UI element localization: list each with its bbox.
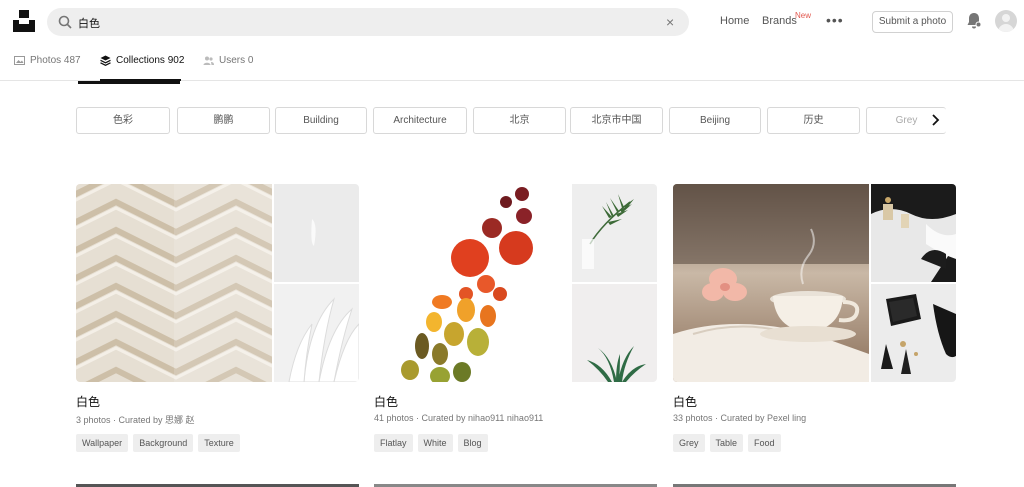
tab-users-label: Users 0 [219,55,254,66]
page-heading-partial [78,81,180,84]
collection-cover-image [76,184,272,382]
collection-tag[interactable]: White [417,434,453,452]
collection-tag[interactable]: Table [709,434,744,452]
new-badge: New [795,11,812,20]
related-tag[interactable]: Beijing [669,107,761,134]
collection-card[interactable]: 白色 41 photos · Curated by nihao911 nihao… [374,184,657,452]
chevron-right-icon[interactable] [928,113,942,127]
collection-tags: Wallpaper Background Texture [76,434,240,452]
collection-tag[interactable]: Blog [457,434,488,452]
collection-meta: 33 photos · Curated by Pexel ling [673,413,807,423]
collection-thumb-image [871,284,956,382]
search-icon[interactable] [57,14,73,30]
collection-image-grid[interactable] [76,184,359,382]
collection-thumb-image [572,184,657,282]
related-tag[interactable]: Architecture [373,107,467,134]
collection-tags: Grey Table Food [673,434,781,452]
collection-thumb-image [274,284,359,382]
collection-tag[interactable]: Food [748,434,781,452]
collection-title[interactable]: 白色 [76,393,100,410]
top-header: 白色 × Home Brands New ••• Submit a photo [0,0,1024,44]
related-tag[interactable]: Building [275,107,367,134]
collection-cover-image [374,184,570,382]
collection-image-grid[interactable] [374,184,657,382]
collection-thumb-image [572,284,657,382]
collection-thumb-image [274,184,359,282]
collection-tag[interactable]: Wallpaper [76,434,129,452]
related-searches: 色彩 鹏鹏 Building Architecture 北京 北京市中国 Bei… [76,107,946,135]
collections-icon [100,55,111,66]
collection-cover-image [673,184,869,382]
related-tag[interactable]: 鹏鹏 [177,107,270,134]
photo-icon [14,56,25,65]
clear-icon[interactable]: × [666,14,674,30]
collection-tags: Flatlay White Blog [374,434,488,452]
tab-photos[interactable]: Photos 487 [14,55,81,66]
collection-image-grid[interactable] [673,184,956,382]
nav-home-link[interactable]: Home [720,15,749,27]
related-tag[interactable]: 北京市中国 [570,107,663,134]
avatar[interactable] [995,10,1017,32]
unsplash-logo-icon[interactable] [13,10,35,32]
related-tag[interactable]: 历史 [767,107,860,134]
search-tabs: Photos 487 Collections 902 Users 0 [0,44,1024,81]
collection-tag[interactable]: Grey [673,434,705,452]
collection-thumb-image [871,184,956,282]
nav-brands-link[interactable]: Brands [762,15,797,27]
collection-title[interactable]: 白色 [374,393,398,410]
bell-icon[interactable] [966,12,982,30]
tab-collections-label: Collections 902 [116,55,185,66]
tab-users[interactable]: Users 0 [203,55,253,66]
related-tag[interactable]: 北京 [473,107,566,134]
more-icon[interactable]: ••• [826,12,844,28]
users-icon [203,56,214,65]
collection-meta: 41 photos · Curated by nihao911 nihao911 [374,413,544,423]
search-bar[interactable]: 白色 × [47,8,689,36]
collection-title[interactable]: 白色 [673,393,697,410]
collection-card[interactable]: 白色 33 photos · Curated by Pexel ling Gre… [673,184,956,452]
submit-photo-button[interactable]: Submit a photo [872,11,953,33]
search-input[interactable]: 白色 [78,15,100,31]
collection-tag[interactable]: Background [133,434,194,452]
collection-card[interactable]: 白色 3 photos · Curated by 思娜 赵 Wallpaper … [76,184,359,452]
collection-meta: 3 photos · Curated by 思娜 赵 [76,415,195,425]
tab-photos-label: Photos 487 [30,55,81,66]
collection-tag[interactable]: Flatlay [374,434,413,452]
tab-collections[interactable]: Collections 902 [100,55,184,66]
related-tag[interactable]: 色彩 [76,107,170,134]
collection-tag[interactable]: Texture [198,434,240,452]
